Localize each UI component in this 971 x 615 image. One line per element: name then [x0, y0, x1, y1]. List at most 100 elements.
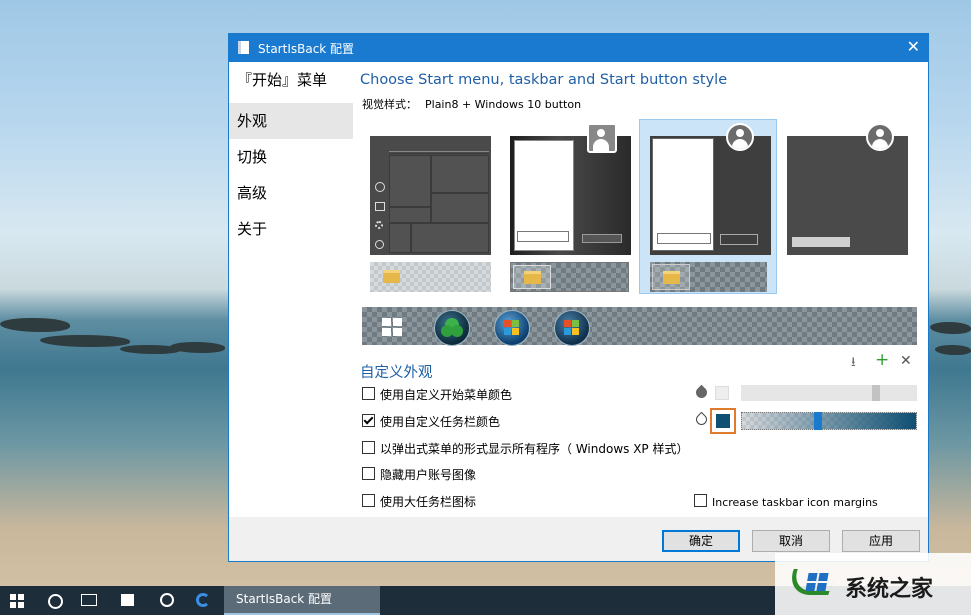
tile [411, 223, 489, 253]
user-avatar-icon [866, 123, 894, 151]
search-box [792, 237, 850, 247]
checkbox[interactable] [362, 441, 375, 454]
user-avatar-icon [726, 123, 754, 151]
option-label: 使用大任务栏图标 [380, 495, 477, 509]
tile [431, 155, 489, 193]
task-view-icon[interactable] [81, 594, 97, 606]
gear-icon [375, 221, 383, 229]
apply-button[interactable]: 应用 [842, 530, 920, 552]
windows7-orb-icon[interactable] [494, 310, 530, 346]
visual-style-readout: 视觉样式： Plain8 + Windows 10 button [362, 96, 581, 112]
tile [431, 193, 489, 223]
windows-orb-alt-icon[interactable] [554, 310, 590, 346]
option-label: Increase taskbar icon margins [712, 496, 878, 509]
option-hide-user-picture[interactable]: 隐藏用户账号图像 [362, 466, 476, 482]
cortana-icon[interactable] [48, 594, 63, 609]
option-xp-style-programs[interactable]: 以弹出式菜单的形式显示所有程序（ Windows XP 样式） [362, 440, 688, 456]
user-icon [375, 182, 385, 192]
tile [389, 151, 489, 152]
style-thumbnail-windows10[interactable] [370, 136, 491, 255]
windows10-logo-icon[interactable] [382, 318, 402, 336]
rock [0, 318, 70, 332]
sidebar-item-start-menu[interactable]: 『开始』菜单 [229, 62, 353, 98]
taskbar-color-swatch[interactable] [710, 408, 736, 434]
checkbox[interactable] [694, 494, 707, 507]
style-thumbnail-plain10[interactable] [787, 136, 908, 255]
flag-quadrant [504, 320, 511, 327]
shutdown-button [582, 234, 622, 243]
slider-thumb[interactable] [872, 385, 880, 401]
watermark: 系统之家 [775, 553, 971, 615]
flag-quadrant [564, 320, 571, 327]
start-color-swatch[interactable] [715, 386, 729, 400]
remove-icon[interactable]: ✕ [900, 353, 912, 369]
checkbox[interactable] [362, 414, 375, 427]
option-label: 使用自定义开始菜单颜色 [380, 388, 513, 402]
start-button-icon[interactable] [10, 594, 24, 608]
taskbar-preview-2[interactable] [510, 262, 629, 292]
download-icon[interactable]: ⭳ [851, 353, 856, 375]
option-custom-start-color[interactable]: 使用自定义开始菜单颜色 [362, 386, 512, 402]
option-custom-taskbar-color[interactable]: 使用自定义任务栏颜色 [362, 413, 500, 429]
app-icon [238, 41, 249, 54]
taskbar-app-startisback[interactable]: StartIsBack 配置 [224, 586, 380, 615]
sidebar: 『开始』菜单 外观 切换 高级 关于 [229, 62, 353, 517]
folder-icon [383, 270, 400, 283]
customize-section-title: 自定义外观 [360, 365, 433, 381]
visual-style-label: 视觉样式： [362, 98, 417, 111]
option-label: 以弹出式菜单的形式显示所有程序（ Windows XP 样式） [380, 442, 689, 456]
sidebar-item-about[interactable]: 关于 [229, 211, 353, 247]
store-icon[interactable] [121, 594, 134, 606]
logo-flag [805, 573, 829, 591]
sidebar-item-advanced[interactable]: 高级 [229, 175, 353, 211]
option-label: 隐藏用户账号图像 [380, 468, 477, 482]
style-thumbnail-plain8[interactable] [650, 136, 771, 255]
power-icon [375, 240, 384, 249]
close-icon[interactable]: ✕ [907, 38, 920, 56]
flag-quadrant [564, 328, 571, 335]
checkbox[interactable] [362, 387, 375, 400]
flag-quadrant [572, 320, 579, 327]
user-avatar-icon [587, 123, 617, 153]
sidebar-item-appearance[interactable]: 外观 [229, 103, 353, 139]
option-large-taskbar-icons[interactable]: 使用大任务栏图标 [362, 493, 476, 509]
option-taskbar-icon-margins[interactable]: Increase taskbar icon margins [694, 494, 878, 510]
checkbox[interactable] [362, 494, 375, 507]
shutdown-button [720, 234, 758, 245]
flag-quadrant [512, 320, 519, 327]
tile [389, 207, 431, 223]
folder-icon [663, 271, 680, 284]
flag-quadrant [572, 328, 579, 335]
window-title: StartIsBack 配置 [258, 42, 355, 56]
option-label: 使用自定义任务栏颜色 [380, 415, 501, 429]
opacity-drop-outline-icon [693, 411, 710, 428]
search-box [657, 233, 711, 244]
ok-button[interactable]: 确定 [662, 530, 740, 552]
search-box [517, 231, 569, 242]
taskbar-preview-1[interactable] [370, 262, 491, 292]
taskbar-color-slider[interactable] [741, 412, 917, 430]
flag-quadrant [512, 328, 519, 335]
edge-legacy-icon[interactable] [160, 593, 174, 607]
rock [40, 335, 130, 347]
swatch-color [716, 414, 730, 428]
tile [389, 223, 411, 253]
checkbox[interactable] [362, 467, 375, 480]
taskbar-preview-3[interactable] [650, 262, 767, 292]
opacity-drop-icon [693, 384, 710, 401]
style-thumbnail-windows7[interactable] [510, 136, 631, 255]
page-heading: Choose Start menu, taskbar and Start but… [360, 72, 728, 88]
add-icon[interactable]: + [875, 350, 889, 370]
folder-icon [524, 271, 541, 284]
title-bar[interactable]: StartIsBack 配置 ✕ [229, 34, 928, 62]
clover-orb-icon[interactable] [434, 310, 470, 346]
cancel-button[interactable]: 取消 [752, 530, 830, 552]
sidebar-item-switch[interactable]: 切换 [229, 139, 353, 175]
slider-thumb[interactable] [814, 412, 822, 430]
flag-quadrant [504, 328, 511, 335]
start-menu-color-slider[interactable] [741, 385, 917, 401]
folder-icon [375, 202, 385, 211]
clover-leaf [451, 325, 463, 337]
edge-icon[interactable] [196, 593, 210, 607]
watermark-logo-icon [784, 565, 838, 601]
